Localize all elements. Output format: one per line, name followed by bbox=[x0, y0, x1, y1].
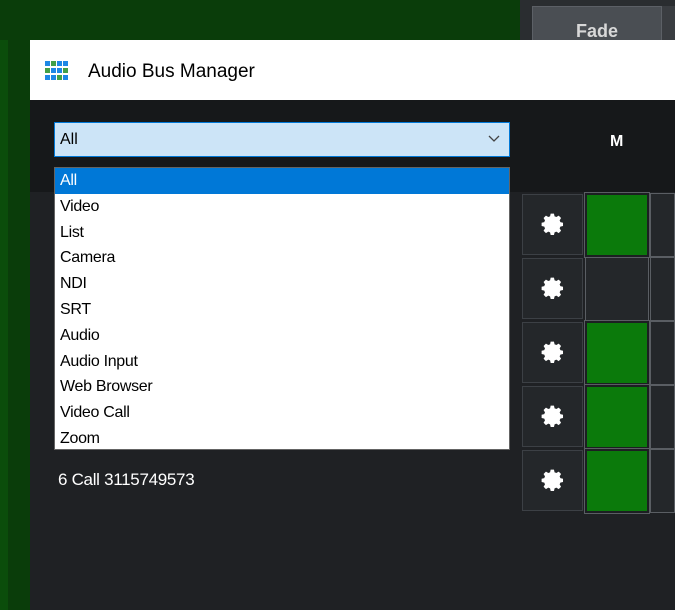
row-mute-toggle[interactable] bbox=[584, 448, 650, 514]
row-mute-toggle[interactable] bbox=[584, 192, 650, 258]
row-mute-toggle[interactable] bbox=[584, 320, 650, 386]
filter-option-srt[interactable]: SRT bbox=[55, 297, 509, 323]
audio-bus-manager-window: Audio Bus Manager All M All Video List Came… bbox=[30, 40, 675, 610]
filter-option-audio-input[interactable]: Audio Input bbox=[55, 349, 509, 375]
row-settings-button[interactable] bbox=[522, 386, 583, 447]
filter-option-ndi[interactable]: NDI bbox=[55, 271, 509, 297]
row-settings-button[interactable] bbox=[522, 194, 583, 255]
gear-icon bbox=[541, 341, 563, 363]
filter-option-video[interactable]: Video bbox=[55, 194, 509, 220]
window-title: Audio Bus Manager bbox=[88, 61, 255, 82]
filter-option-video-call[interactable]: Video Call bbox=[55, 400, 509, 426]
gear-icon bbox=[541, 469, 563, 491]
title-bar[interactable]: Audio Bus Manager bbox=[30, 40, 675, 100]
filter-option-all[interactable]: All bbox=[55, 168, 509, 194]
row-next-column-cell[interactable] bbox=[650, 193, 675, 257]
input-row-label: 6 Call 3115749573 bbox=[58, 470, 195, 489]
fade-button[interactable]: Fade bbox=[532, 6, 662, 40]
row-mute-toggle[interactable] bbox=[584, 384, 650, 450]
row-next-column-cell[interactable] bbox=[650, 321, 675, 385]
row-settings-button[interactable] bbox=[522, 450, 583, 511]
row-next-column-cell[interactable] bbox=[650, 449, 675, 513]
input-filter-dropdown[interactable]: All bbox=[54, 122, 510, 157]
background-button-edge bbox=[662, 6, 675, 40]
row-next-column-cell[interactable] bbox=[650, 385, 675, 449]
row-next-column-cell[interactable] bbox=[650, 257, 675, 321]
background-app-edge bbox=[0, 0, 8, 610]
filter-option-zoom[interactable]: Zoom bbox=[55, 426, 509, 452]
gear-icon bbox=[541, 405, 563, 427]
row-mute-toggle[interactable] bbox=[585, 257, 649, 321]
filter-options-list: All Video List Camera NDI SRT Audio Audio Input… bbox=[54, 167, 510, 450]
filter-option-camera[interactable]: Camera bbox=[55, 245, 509, 271]
row-settings-button[interactable] bbox=[522, 322, 583, 383]
filter-option-list[interactable]: List bbox=[55, 220, 509, 246]
filter-option-audio[interactable]: Audio bbox=[55, 323, 509, 349]
mute-column-header: M bbox=[610, 133, 624, 150]
gear-icon bbox=[541, 277, 563, 299]
row-settings-button[interactable] bbox=[522, 258, 583, 319]
app-grid-icon bbox=[45, 61, 69, 82]
gear-icon bbox=[541, 213, 563, 235]
filter-option-web-browser[interactable]: Web Browser bbox=[55, 374, 509, 400]
filter-selected-value: All bbox=[60, 131, 78, 148]
chevron-down-icon bbox=[488, 135, 500, 142]
